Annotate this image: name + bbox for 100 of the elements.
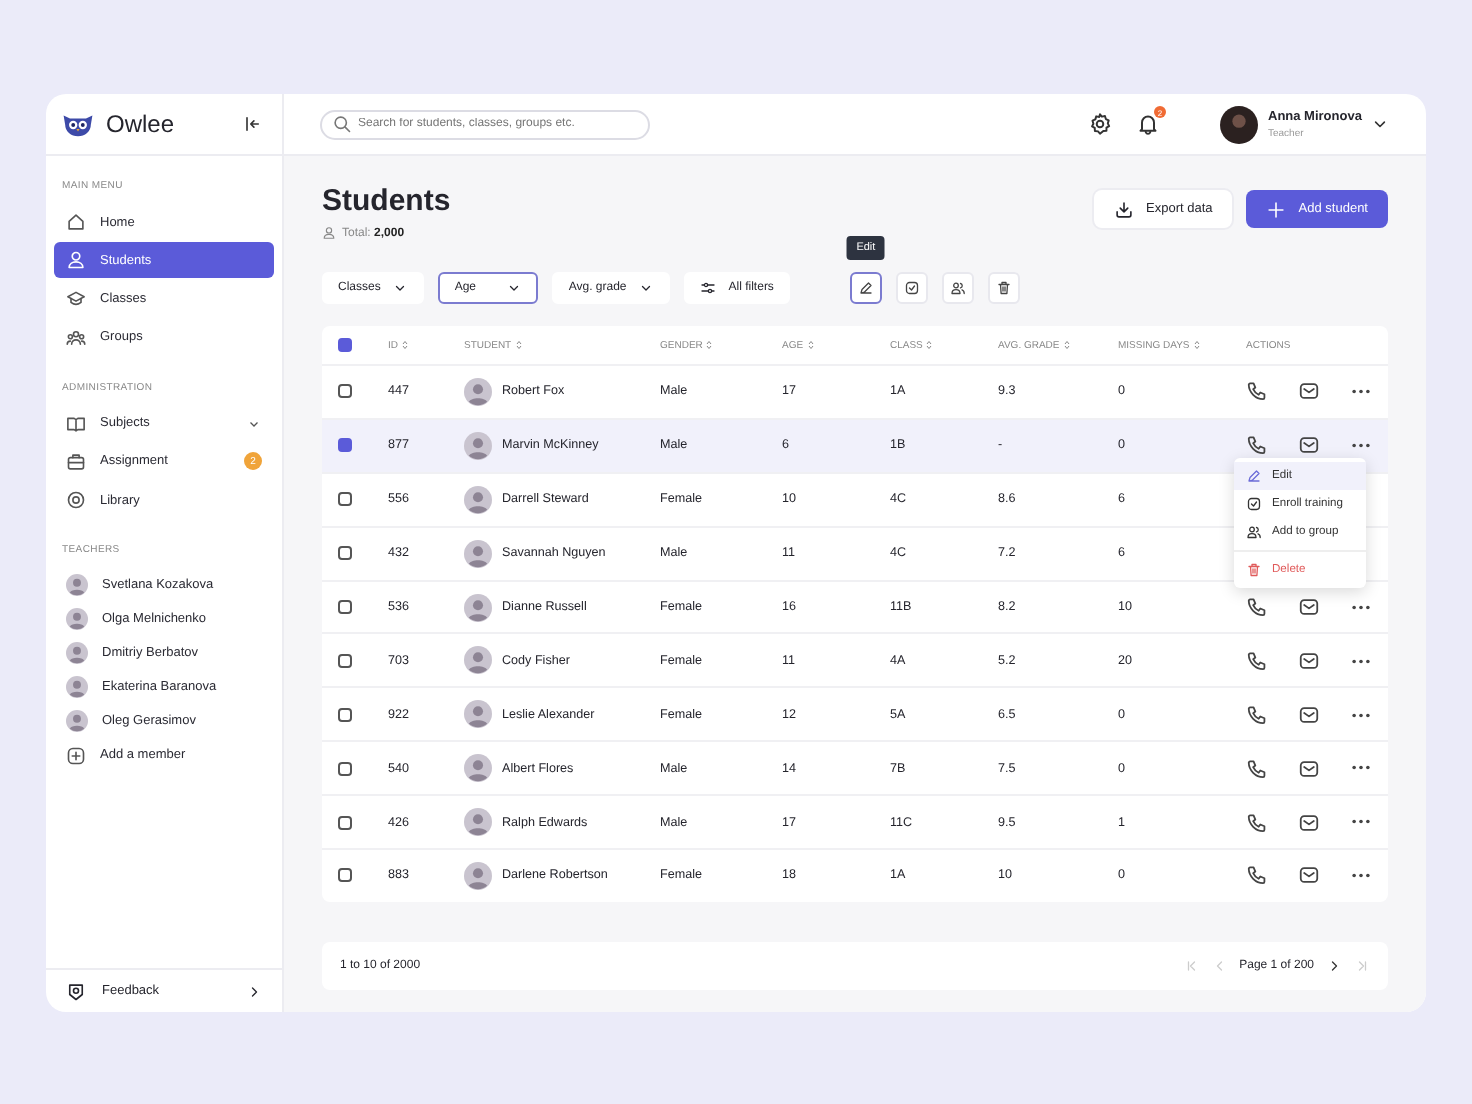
enroll-button[interactable] [895,271,928,303]
page-title: Students [322,184,451,218]
users-icon [1246,524,1262,541]
student-avatar [464,539,492,568]
sort-icon[interactable] [515,340,522,350]
delete-button[interactable] [987,271,1020,303]
phone-icon [1246,757,1268,780]
pencil-icon [857,279,874,295]
student-avatar [464,485,492,514]
row-checkbox[interactable] [338,707,352,722]
cap-icon [66,288,86,309]
row-checkbox[interactable] [338,600,352,614]
note-icon [903,279,920,295]
email-button[interactable] [1298,434,1320,457]
sort-icon[interactable] [807,340,814,350]
row-checkbox[interactable] [338,868,352,883]
user-avatar [1220,105,1258,143]
row-checkbox[interactable] [338,761,352,776]
chevron-right-icon [1326,957,1342,974]
next-page-button[interactable] [1326,957,1342,974]
call-button[interactable] [1246,703,1268,726]
email-button[interactable] [1298,649,1320,672]
collapse-icon [242,114,262,134]
more-icon [1350,442,1372,450]
more-icon [1350,872,1372,880]
more-button[interactable] [1350,872,1372,880]
chevron-left-icon [1211,957,1228,974]
call-button[interactable] [1246,649,1268,672]
avatar [66,574,88,597]
download-icon [1114,199,1135,219]
call-button[interactable] [1246,864,1268,887]
email-button[interactable] [1298,811,1320,834]
phone-icon [1246,811,1268,834]
row-checkbox[interactable] [338,492,352,507]
call-button[interactable] [1246,757,1268,780]
avatar [66,710,88,733]
more-button[interactable] [1350,657,1372,665]
avatar [66,608,88,631]
email-button[interactable] [1298,864,1320,887]
more-icon [1350,657,1372,665]
sort-icon[interactable] [1063,340,1070,350]
more-button[interactable] [1350,442,1372,450]
email-button[interactable] [1298,380,1320,403]
user-icon [322,226,336,240]
row-checkbox[interactable] [338,546,352,561]
email-button[interactable] [1298,757,1320,780]
note-icon [1246,496,1262,513]
row-checkbox[interactable] [338,653,352,668]
group-button[interactable] [941,271,974,303]
more-button[interactable] [1350,764,1372,772]
call-button[interactable] [1246,434,1268,457]
badge-icon [66,981,86,1001]
first-page-icon [1183,957,1200,974]
phone-icon [1246,864,1268,887]
sort-icon[interactable] [926,340,933,350]
sort-icon[interactable] [402,340,408,350]
more-icon [1350,388,1372,396]
avatar [66,642,88,665]
call-button[interactable] [1246,596,1268,618]
add-icon [66,745,86,766]
student-avatar [464,808,492,837]
plus-icon [1266,199,1287,219]
search-icon [332,114,352,134]
mail-icon [1298,649,1320,672]
more-button[interactable] [1350,603,1372,611]
more-button[interactable] [1350,711,1372,719]
sliders-icon [700,279,717,295]
group-icon [66,327,86,348]
row-checkbox[interactable] [338,384,352,399]
mail-icon [1298,864,1320,887]
mail-icon [1298,703,1320,726]
owl-logo-icon [62,111,94,137]
more-button[interactable] [1350,388,1372,396]
bell-icon [1136,112,1160,136]
trash-icon [1246,562,1262,579]
call-button[interactable] [1246,811,1268,834]
settings-button[interactable] [1088,112,1112,136]
call-button[interactable] [1246,380,1268,403]
home-icon [66,212,86,232]
more-icon [1350,711,1372,719]
student-avatar [464,377,492,406]
sort-icon[interactable] [1193,340,1200,350]
disc-icon [66,490,86,511]
more-button[interactable] [1350,818,1372,826]
select-all-checkbox[interactable] [338,338,352,352]
more-icon [1350,764,1372,772]
student-avatar [464,593,492,621]
case-icon [66,451,86,472]
student-avatar [464,754,492,783]
mail-icon [1298,380,1320,403]
sort-icon[interactable] [706,340,713,350]
student-avatar [464,646,492,675]
row-checkbox[interactable] [338,438,352,453]
book-icon [66,413,86,434]
mail-icon [1298,596,1320,618]
email-button[interactable] [1298,596,1320,618]
row-checkbox[interactable] [338,815,352,830]
phone-icon [1246,434,1268,457]
student-avatar [464,861,492,890]
email-button[interactable] [1298,703,1320,726]
